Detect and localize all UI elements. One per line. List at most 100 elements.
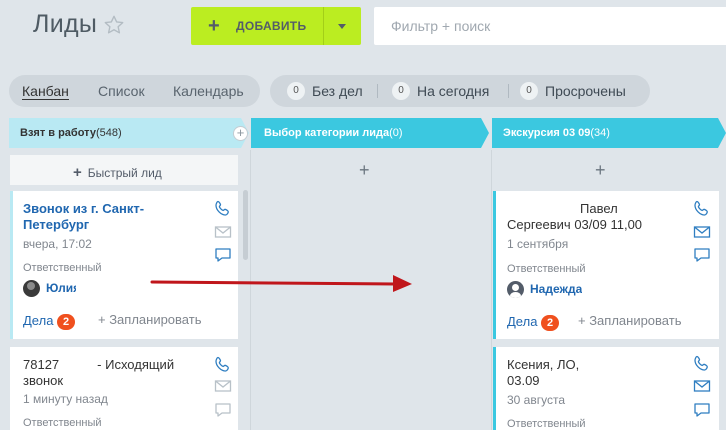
lead-title-line: Павел	[580, 201, 618, 216]
phone-icon[interactable]	[214, 356, 232, 372]
lead-card[interactable]: 78127 - Исходящий звонок 1 минуту назад О…	[10, 347, 238, 430]
column-name: Выбор категории лида	[264, 127, 390, 139]
column-header-label: Взят в работу(548)	[9, 118, 239, 148]
lead-title-line: звонок	[23, 373, 64, 388]
responsible-label: Ответственный	[23, 417, 102, 429]
counter-overdue[interactable]: 0 Просрочены	[520, 82, 626, 100]
counter-label: На сегодня	[417, 83, 490, 99]
view-switcher: Канбан Список Календарь	[9, 75, 260, 107]
lead-title-line: 78127 - Исходящий	[23, 357, 203, 373]
avatar-head	[27, 282, 35, 290]
counter-badge: 0	[287, 82, 305, 100]
card-stage-accent	[10, 191, 13, 339]
lead-title[interactable]: 78127 - Исходящий звонок	[23, 357, 203, 389]
chat-icon[interactable]	[693, 247, 711, 263]
lead-card[interactable]: Ксения, ЛО, 03.09 30 августа Ответственн…	[493, 347, 719, 430]
arrow-annotation	[150, 275, 412, 292]
counter-label: Просрочены	[545, 83, 626, 99]
lead-title[interactable]: Ксения, ЛО, 03.09	[507, 357, 579, 389]
deals-count-badge: 2	[57, 314, 76, 330]
responsible-label: Ответственный	[507, 418, 586, 430]
activity-counters: 0 Без дел 0 На сегодня 0 Просрочены	[270, 75, 650, 107]
column-divider	[491, 150, 492, 430]
star-icon[interactable]	[103, 14, 125, 36]
column-header-label: Выбор категории лида(0)	[253, 118, 483, 148]
phone-icon[interactable]	[214, 200, 232, 216]
avatar-body	[510, 292, 521, 298]
page-title: Лиды	[33, 10, 98, 38]
column-title: Взят в работу(548)	[20, 127, 122, 139]
avatar[interactable]	[23, 280, 40, 297]
counter-badge: 0	[392, 82, 410, 100]
column-scrollbar[interactable]	[243, 190, 248, 260]
lead-title-line: Звонок из г. Санкт-	[23, 201, 145, 216]
quick-lead-text: Быстрый лид	[87, 166, 162, 180]
column-name: Экскурсия 03 09	[503, 127, 591, 139]
search-placeholder: Фильтр + поиск	[391, 18, 491, 34]
responsible-user[interactable]: Юлия	[46, 281, 76, 295]
lead-date: вчера, 17:02	[23, 237, 92, 251]
phone-icon[interactable]	[693, 355, 711, 371]
responsible-user[interactable]: Надежда	[530, 282, 582, 296]
responsible-label: Ответственный	[507, 263, 586, 275]
column-count: (0)	[389, 127, 403, 139]
column-name: Взят в работу	[20, 127, 96, 139]
counter-label: Без дел	[312, 83, 363, 99]
add-lead-plus-icon[interactable]: +	[595, 160, 606, 181]
add-button-label: ДОБАВИТЬ	[236, 19, 307, 33]
chat-icon[interactable]	[214, 247, 232, 263]
chat-icon[interactable]	[693, 402, 711, 418]
search-input[interactable]: Фильтр + поиск	[374, 7, 726, 45]
avatar-head	[512, 284, 519, 291]
lead-title-line: Ксения, ЛО,	[507, 357, 580, 372]
envelope-icon[interactable]	[693, 378, 711, 394]
lead-title-part: - Исходящий	[97, 357, 175, 372]
card-stage-accent	[493, 191, 496, 339]
quick-lead-label: + Быстрый лид	[73, 164, 162, 181]
plan-activity-link[interactable]: + Запланировать	[98, 312, 201, 327]
column-count: (548)	[95, 127, 122, 139]
card-stage-accent	[493, 347, 496, 430]
counter-today[interactable]: 0 На сегодня	[392, 82, 489, 100]
responsible-label: Ответственный	[23, 262, 102, 274]
add-button-divider	[323, 7, 324, 45]
view-list[interactable]: Список	[98, 83, 145, 99]
plus-icon: +	[208, 15, 220, 37]
deals-link[interactable]: Дела 2	[23, 313, 76, 330]
add-button[interactable]: + ДОБАВИТЬ	[191, 7, 361, 45]
plan-activity-link[interactable]: + Запланировать	[578, 313, 681, 328]
column-header-label: Экскурсия 03 09(34)	[492, 118, 722, 148]
divider	[377, 84, 378, 98]
lead-title-line: 03.09	[507, 373, 540, 388]
divider	[508, 84, 509, 98]
avatar-icon[interactable]	[507, 281, 524, 298]
lead-date: 1 минуту назад	[23, 392, 108, 406]
counter-badge: 0	[520, 82, 538, 100]
lead-title[interactable]: Павел Сергеевич 03/09 11,00	[507, 201, 687, 233]
phone-icon[interactable]	[693, 200, 711, 216]
add-lead-plus-icon[interactable]: +	[359, 160, 370, 181]
envelope-icon[interactable]	[214, 378, 232, 394]
lead-card[interactable]: Павел Сергеевич 03/09 11,00 1 сентября О…	[493, 191, 719, 339]
view-calendar[interactable]: Календарь	[173, 83, 244, 99]
envelope-icon[interactable]	[693, 224, 711, 240]
column-title: Экскурсия 03 09(34)	[503, 127, 610, 139]
lead-title[interactable]: Звонок из г. Санкт- Петербург	[23, 201, 144, 233]
counter-no-tasks[interactable]: 0 Без дел	[287, 82, 363, 100]
deals-label: Дела	[23, 313, 54, 328]
envelope-icon[interactable]	[214, 224, 232, 240]
lead-title-line: Сергеевич 03/09 11,00	[507, 217, 643, 232]
lead-date: 1 сентября	[507, 237, 569, 251]
column-count: (34)	[590, 127, 610, 139]
add-column-icon[interactable]: +	[233, 126, 248, 141]
deals-count-badge: 2	[541, 315, 560, 331]
view-kanban[interactable]: Канбан	[22, 83, 69, 100]
deals-link[interactable]: Дела 2	[507, 314, 560, 331]
deals-label: Дела	[507, 314, 538, 329]
quick-lead-button[interactable]: + Быстрый лид	[10, 155, 238, 185]
chevron-down-icon[interactable]	[338, 24, 346, 29]
lead-title-part: 78127	[23, 357, 60, 372]
column-title: Выбор категории лида(0)	[264, 127, 403, 139]
chat-icon[interactable]	[214, 402, 232, 418]
lead-card[interactable]: Звонок из г. Санкт- Петербург вчера, 17:…	[10, 191, 238, 339]
